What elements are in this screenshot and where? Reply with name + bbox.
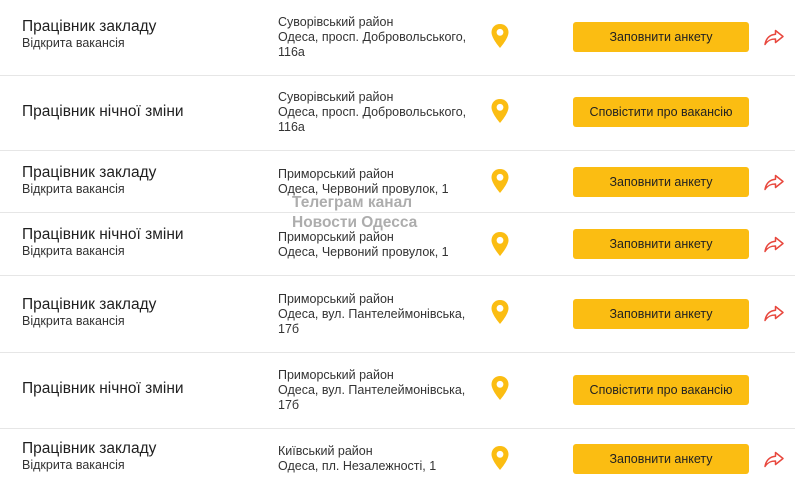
vacancy-title-group: Працівник нічної зміни <box>22 103 184 121</box>
share-arrow-icon[interactable] <box>763 28 785 46</box>
district: Приморський район <box>278 292 394 306</box>
vacancy-title: Працівник нічної зміни <box>22 380 184 397</box>
vacancy-row: Працівник закладу Відкрита вакансія Прим… <box>0 276 795 353</box>
vacancy-row: Працівник нічної зміни Приморський район… <box>0 353 795 429</box>
fill-form-button[interactable]: Заповнити анкету <box>573 22 749 52</box>
district: Суворівський район <box>278 90 394 104</box>
share-arrow-icon[interactable] <box>763 450 785 468</box>
vacancy-title-group: Працівник закладу Відкрита вакансія <box>22 164 156 197</box>
street-address: Одеса, Червоний провулок, 1 <box>278 182 449 196</box>
vacancy-row: Працівник нічної зміни Суворівський райо… <box>0 76 795 151</box>
map-pin-icon[interactable] <box>490 445 510 471</box>
vacancy-status: Відкрита вакансія <box>22 244 125 258</box>
vacancy-title: Працівник закладу <box>22 440 157 457</box>
vacancy-title-group: Працівник нічної зміни <box>22 380 184 398</box>
vacancy-address: Приморський район Одеса, Червоний провул… <box>278 230 478 260</box>
vacancy-status: Відкрита вакансія <box>22 182 125 196</box>
street-address: Одеса, вул. Пантелеймонівська, <box>278 307 466 321</box>
district: Київський район <box>278 444 373 458</box>
street-address-cont: 116а <box>278 120 305 134</box>
street-address: Одеса, пл. Незалежності, 1 <box>278 459 437 473</box>
fill-form-button[interactable]: Заповнити анкету <box>573 444 749 474</box>
map-pin-icon[interactable] <box>490 98 510 124</box>
vacancy-title: Працівник закладу <box>22 296 157 313</box>
street-address-cont: 17б <box>278 322 300 336</box>
district: Приморський район <box>278 368 394 382</box>
vacancy-title-group: Працівник закладу Відкрита вакансія <box>22 440 156 473</box>
district: Суворівський район <box>278 15 394 29</box>
street-address: Одеса, просп. Добровольського, <box>278 105 467 119</box>
vacancy-title-group: Працівник закладу Відкрита вакансія <box>22 18 156 51</box>
map-pin-icon[interactable] <box>490 168 510 194</box>
vacancy-address: Приморський район Одеса, вул. Пантелеймо… <box>278 292 478 337</box>
share-arrow-icon[interactable] <box>763 173 785 191</box>
vacancy-row: Працівник нічної зміни Відкрита вакансія… <box>0 213 795 276</box>
vacancy-row: Працівник закладу Відкрита вакансія Суво… <box>0 0 795 76</box>
vacancy-address: Суворівський район Одеса, просп. Доброво… <box>278 90 478 135</box>
vacancy-address: Київський район Одеса, пл. Незалежності,… <box>278 444 478 474</box>
vacancy-address: Приморський район Одеса, Червоний провул… <box>278 167 478 197</box>
district: Приморський район <box>278 230 394 244</box>
vacancy-row: Працівник закладу Відкрита вакансія Київ… <box>0 429 795 482</box>
notify-vacancy-button[interactable]: Сповістити про вакансію <box>573 375 749 405</box>
street-address: Одеса, вул. Пантелеймонівська, <box>278 383 466 397</box>
share-arrow-icon[interactable] <box>763 235 785 253</box>
vacancy-row: Працівник закладу Відкрита вакансія Прим… <box>0 151 795 213</box>
street-address: Одеса, Червоний провулок, 1 <box>278 245 449 259</box>
street-address-cont: 17б <box>278 398 300 412</box>
vacancy-title: Працівник закладу <box>22 18 157 35</box>
vacancy-title-group: Працівник нічної зміни Відкрита вакансія <box>22 226 184 259</box>
vacancy-title: Працівник нічної зміни <box>22 103 184 120</box>
vacancy-address: Суворівський район Одеса, просп. Доброво… <box>278 15 478 60</box>
district: Приморський район <box>278 167 394 181</box>
vacancy-title-group: Працівник закладу Відкрита вакансія <box>22 296 156 329</box>
vacancy-address: Приморський район Одеса, вул. Пантелеймо… <box>278 368 478 413</box>
vacancy-status: Відкрита вакансія <box>22 458 125 472</box>
street-address-cont: 116а <box>278 45 305 59</box>
vacancy-title: Працівник закладу <box>22 164 157 181</box>
fill-form-button[interactable]: Заповнити анкету <box>573 167 749 197</box>
fill-form-button[interactable]: Заповнити анкету <box>573 229 749 259</box>
vacancy-status: Відкрита вакансія <box>22 36 125 50</box>
notify-vacancy-button[interactable]: Сповістити про вакансію <box>573 97 749 127</box>
map-pin-icon[interactable] <box>490 231 510 257</box>
street-address: Одеса, просп. Добровольського, <box>278 30 467 44</box>
fill-form-button[interactable]: Заповнити анкету <box>573 299 749 329</box>
vacancy-status: Відкрита вакансія <box>22 314 125 328</box>
vacancy-title: Працівник нічної зміни <box>22 226 184 243</box>
map-pin-icon[interactable] <box>490 375 510 401</box>
map-pin-icon[interactable] <box>490 23 510 49</box>
map-pin-icon[interactable] <box>490 299 510 325</box>
share-arrow-icon[interactable] <box>763 304 785 322</box>
